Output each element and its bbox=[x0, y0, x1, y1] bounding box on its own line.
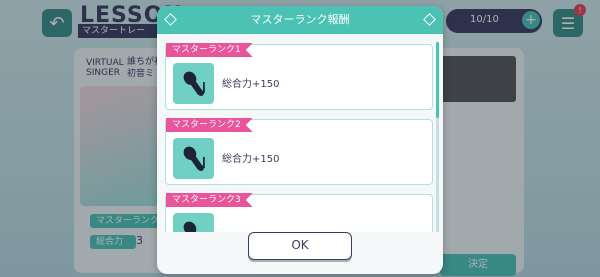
reward-item: マスターランク3 bbox=[165, 193, 433, 232]
rank-tag: マスターランク1 bbox=[166, 43, 253, 57]
dialog-title: マスターランク報酬 bbox=[250, 13, 350, 26]
scrollbar-thumb[interactable] bbox=[436, 42, 439, 118]
microphone-note-icon bbox=[173, 63, 214, 104]
reward-text: 総合力+150 bbox=[222, 79, 280, 90]
reward-item: マスターランク2 総合力+150 bbox=[165, 118, 433, 185]
microphone-note-icon bbox=[173, 213, 214, 232]
rank-tag: マスターランク2 bbox=[166, 118, 253, 132]
reward-item: マスターランク1 総合力+150 bbox=[165, 43, 433, 110]
reward-list[interactable]: マスターランク1 総合力+150 マスターランク2 総合力+150 マスターラン… bbox=[157, 36, 443, 232]
ok-button[interactable]: OK bbox=[248, 232, 352, 260]
master-rank-reward-dialog: マスターランク報酬 マスターランク1 総合力+150 マスターランク2 総合力+… bbox=[157, 6, 443, 274]
microphone-note-icon bbox=[173, 138, 214, 179]
reward-text: 総合力+150 bbox=[222, 154, 280, 165]
rank-tag: マスターランク3 bbox=[166, 193, 253, 207]
